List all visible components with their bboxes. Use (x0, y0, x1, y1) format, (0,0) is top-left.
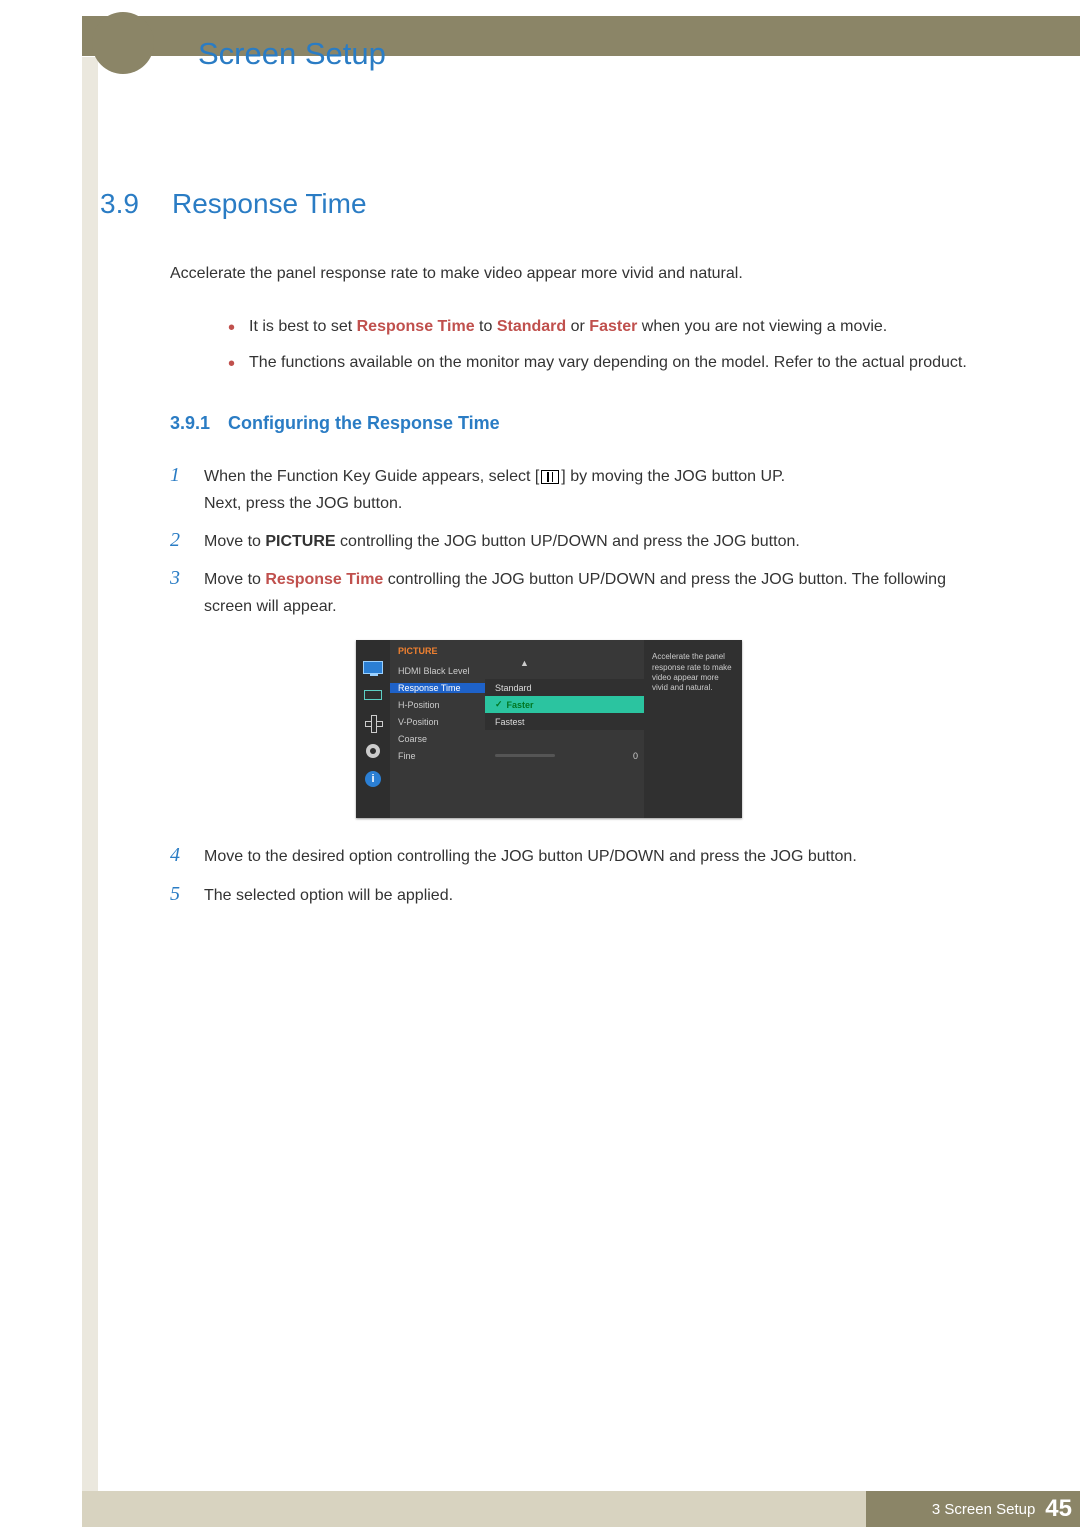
osd-header: PICTURE (390, 640, 644, 662)
section-intro: Accelerate the panel response rate to ma… (170, 262, 998, 286)
bullet-icon: • (228, 318, 235, 340)
step-number: 4 (170, 844, 204, 870)
monitor-icon (363, 660, 383, 674)
footer-chapter-label: 3 Screen Setup (932, 1501, 1035, 1518)
steps-list-continued: 4 Move to the desired option controlling… (170, 844, 998, 909)
step-body: When the Function Key Guide appears, sel… (204, 464, 998, 517)
osd-menu-item: Fine 0 (390, 747, 644, 764)
section-title: Response Time (172, 188, 367, 220)
step-number: 1 (170, 464, 204, 517)
osd-main: PICTURE HDMI Black Level ▲ Response Time… (390, 640, 644, 818)
osd-description-panel: Accelerate the panel response rate to ma… (644, 640, 742, 818)
side-strip (82, 57, 98, 1527)
osd-option-selected: ✓Faster (485, 696, 644, 713)
footer-label-box: 3 Screen Setup 45 (866, 1491, 1080, 1527)
osd-description: Accelerate the panel response rate to ma… (652, 652, 734, 694)
bullet-text: The functions available on the monitor m… (249, 350, 998, 376)
steps-list: 1 When the Function Key Guide appears, s… (170, 464, 998, 620)
step-body: The selected option will be applied. (204, 883, 998, 909)
step-item: 3 Move to Response Time controlling the … (170, 567, 998, 620)
footer-bar (82, 1491, 866, 1527)
bullet-icon: • (228, 354, 235, 376)
osd-menu-item-selected: Response Time Standard (390, 679, 644, 696)
osd-option: Fastest (485, 713, 644, 730)
osd-menu-item: H-Position ✓Faster (390, 696, 644, 713)
position-icon (363, 716, 383, 730)
slider-track (495, 754, 555, 757)
step-item: 5 The selected option will be applied. (170, 883, 998, 909)
up-arrow-icon: ▲ (520, 658, 529, 668)
section-number: 3.9 (100, 188, 172, 220)
bullet-list: • It is best to set Response Time to Sta… (228, 314, 998, 375)
chapter-badge (92, 12, 154, 74)
osd-menu-item: Coarse (390, 730, 644, 747)
osd-menu-item: HDMI Black Level ▲ (390, 662, 644, 679)
step-body: Move to Response Time controlling the JO… (204, 567, 998, 620)
bullet-item: • The functions available on the monitor… (228, 350, 998, 376)
subsection-number: 3.9.1 (170, 413, 228, 434)
page-number: 45 (1045, 1495, 1072, 1523)
step-number: 3 (170, 567, 204, 620)
step-item: 4 Move to the desired option controlling… (170, 844, 998, 870)
picture-mode-icon (363, 688, 383, 702)
info-icon: i (363, 772, 383, 786)
step-number: 5 (170, 883, 204, 909)
bullet-text: It is best to set Response Time to Stand… (249, 314, 998, 340)
osd-sidebar: i (356, 640, 390, 818)
page-content: 3.9 Response Time Accelerate the panel r… (100, 188, 998, 921)
subsection-title: Configuring the Response Time (228, 413, 500, 434)
menu-icon (541, 470, 559, 484)
gear-icon (363, 744, 383, 758)
step-item: 2 Move to PICTURE controlling the JOG bu… (170, 529, 998, 555)
osd-menu-item: V-Position Fastest (390, 713, 644, 730)
step-body: Move to PICTURE controlling the JOG butt… (204, 529, 998, 555)
osd-option: Standard (485, 679, 644, 696)
step-number: 2 (170, 529, 204, 555)
page-footer: 3 Screen Setup 45 (82, 1491, 1080, 1527)
bullet-item: • It is best to set Response Time to Sta… (228, 314, 998, 340)
step-item: 1 When the Function Key Guide appears, s… (170, 464, 998, 517)
chapter-title: Screen Setup (198, 36, 386, 72)
osd-screenshot: i PICTURE HDMI Black Level ▲ Response Ti… (356, 640, 742, 818)
step-body: Move to the desired option controlling t… (204, 844, 998, 870)
